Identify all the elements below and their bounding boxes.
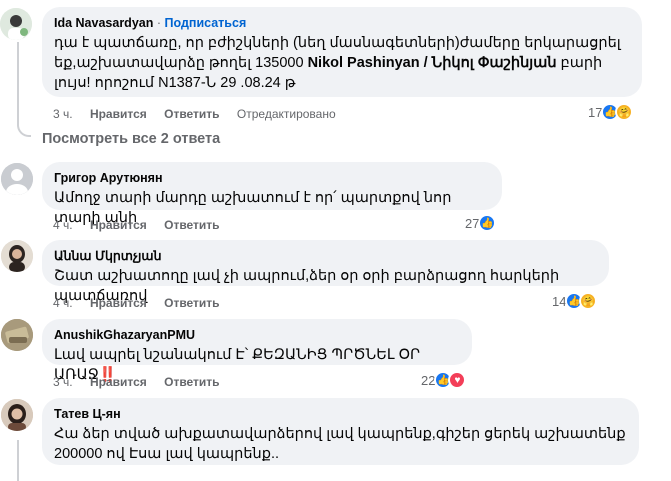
comment-text: դա է պատճառը, որ բժիշկների (նեղ մասնագետ…	[54, 35, 621, 91]
reaction-count: 27	[465, 215, 480, 231]
default-user-icon	[1, 163, 33, 195]
care-reaction-icon: 🤗	[615, 103, 634, 121]
timestamp[interactable]: 4 ч.	[53, 296, 73, 310]
avatar[interactable]	[1, 399, 33, 431]
reactions[interactable]: 17 👍 🤗	[588, 103, 634, 121]
like-button[interactable]: Нравится	[90, 218, 147, 232]
avatar[interactable]	[1, 319, 33, 351]
view-replies-link[interactable]: Посмотреть все 2 ответа	[42, 131, 220, 147]
heart-reaction-icon: ♥	[448, 371, 467, 389]
avatar-photo-icon	[1, 399, 33, 431]
like-reaction-icon: 👍	[478, 214, 497, 232]
avatar[interactable]	[0, 8, 32, 40]
comment-bubble: AnushikGhazaryanPMU Լավ ապրել նշանակում …	[42, 319, 472, 383]
avatar-photo-icon	[0, 8, 32, 40]
comment-actions: 4 ч. Нравится Ответить	[53, 218, 234, 232]
avatar-photo-icon	[1, 240, 33, 272]
reactions[interactable]: 27 👍	[465, 214, 497, 232]
comment-text: Հա ձեր տված ախքատավարձերով լավ կապրենք,գ…	[54, 426, 626, 462]
comment-bubble: Ida Navasardyan · Подписаться դա է պատճա…	[42, 7, 642, 97]
reactions[interactable]: 14 👍 🤗	[552, 292, 598, 310]
mention-link[interactable]: Nikol Pashinyan / Նիկոլ Փաշինյան	[308, 55, 557, 71]
care-reaction-icon: 🤗	[579, 292, 598, 310]
edited-label: Отредактировано	[236, 107, 336, 121]
comment-bubble: Григор Арутюнян Ամողջ տարի մարդը աշխատու…	[42, 162, 502, 226]
follow-button[interactable]: Подписаться	[165, 16, 247, 30]
avatar[interactable]	[1, 240, 33, 272]
reaction-count: 14	[552, 293, 567, 309]
author-name[interactable]: Աննա Մկրտչյան	[54, 248, 597, 264]
author-name[interactable]: Татев Ц-ян	[54, 406, 627, 422]
reactions[interactable]: 22 👍 ♥	[421, 371, 467, 389]
reaction-count: 22	[421, 372, 436, 388]
timestamp[interactable]: 3 ч.	[53, 375, 73, 389]
author-name[interactable]: Ida Navasardyan	[54, 16, 153, 30]
author-name[interactable]: AnushikGhazaryanPMU	[54, 327, 460, 343]
comment-actions: 4 ч. Нравится Ответить	[53, 296, 234, 310]
reply-thread-line	[17, 42, 31, 137]
comment-bubble: Աննա Մկրտչյան Շատ աշխատողը լավ չի ապրում…	[42, 240, 609, 304]
reply-button[interactable]: Ответить	[164, 107, 219, 121]
reply-thread-line	[17, 440, 19, 481]
reply-button[interactable]: Ответить	[164, 218, 219, 232]
comment-actions: 3 ч. Нравится Ответить Отредактировано	[53, 107, 350, 121]
avatar[interactable]	[1, 163, 33, 195]
timestamp[interactable]: 4 ч.	[53, 218, 73, 232]
reply-button[interactable]: Ответить	[164, 296, 219, 310]
like-button[interactable]: Нравится	[90, 107, 147, 121]
like-button[interactable]: Нравится	[90, 375, 147, 389]
reply-button[interactable]: Ответить	[164, 375, 219, 389]
comment-bubble: Татев Ц-ян Հա ձեր տված ախքատավարձերով լա…	[42, 398, 639, 465]
author-name[interactable]: Григор Арутюнян	[54, 170, 490, 186]
separator-dot: ·	[156, 16, 162, 30]
avatar-photo-icon	[1, 319, 33, 351]
reaction-count: 17	[588, 104, 603, 120]
like-button[interactable]: Нравится	[90, 296, 147, 310]
comment-actions: 3 ч. Нравится Ответить	[53, 375, 234, 389]
timestamp[interactable]: 3 ч.	[53, 107, 73, 121]
